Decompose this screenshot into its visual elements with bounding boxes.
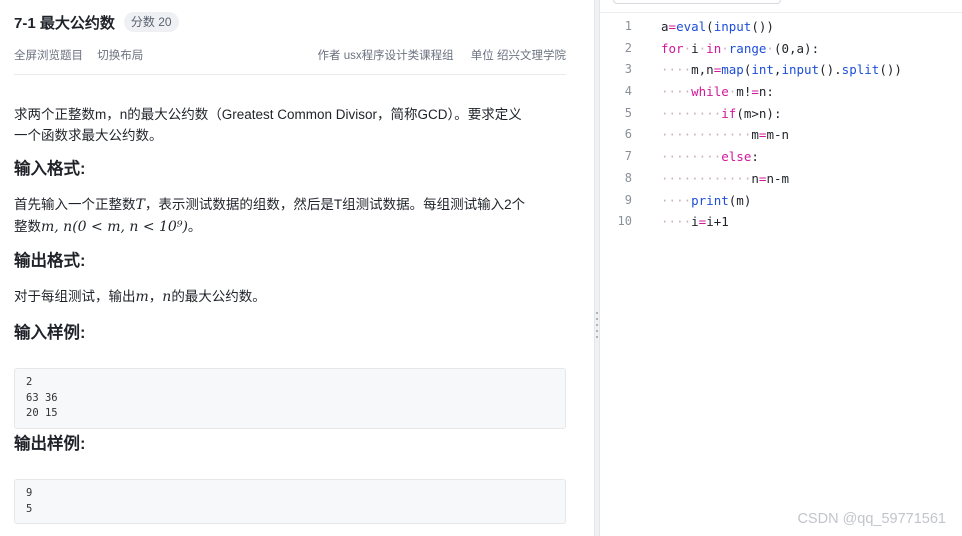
code-text[interactable]: a=eval(input()) (661, 16, 774, 38)
output-text-b: ， (148, 289, 163, 304)
output-var-m: m (135, 289, 149, 305)
output-var-n: n (162, 289, 172, 305)
output-text-c: 的最大公约数。 (171, 289, 266, 304)
drag-handle-icon[interactable] (596, 312, 599, 342)
code-text[interactable]: ········else: (661, 146, 759, 168)
description-line-2: 一个函数求最大公约数。 (14, 128, 163, 143)
problem-description: 求两个正整数m，n的最大公约数（Greatest Common Divisor，… (14, 104, 566, 146)
code-text[interactable]: ············m=m-n (661, 124, 789, 146)
problem-content: 求两个正整数m，n的最大公约数（Greatest Common Divisor，… (14, 104, 566, 320)
sample-input-block: 2 63 36 20 15 (14, 368, 566, 429)
input-var-t: T (135, 197, 145, 213)
line-number: 6 (624, 127, 632, 142)
line-number: 2 (624, 40, 632, 55)
sample-input-heading: 输入样例: (14, 324, 86, 342)
input-text-b: ，表示测试数据的组数，然后是T组测试数据。每组测试输入2个 (144, 197, 526, 212)
line-number: 9 (624, 192, 632, 207)
code-text[interactable]: for·i·in·range·(0,a): (661, 38, 819, 60)
output-text-a: 对于每组测试，输出 (14, 289, 136, 304)
input-format-heading: 输入格式: (14, 160, 86, 178)
code-text[interactable]: ····print(m) (661, 190, 751, 212)
output-format-heading: 输出格式: (14, 252, 86, 270)
input-text-a: 首先输入一个正整数 (14, 197, 136, 212)
problem-panel: 7-1 最大公约数 分数 20 全屏浏览题目 切换布局 作者 usx程序设计类课… (0, 0, 594, 536)
sample-output-heading: 输出样例: (14, 435, 86, 453)
switch-layout-button[interactable]: 切换布局 (97, 50, 143, 62)
editor-top-border (600, 12, 962, 13)
code-text[interactable]: ····while·m!=n: (661, 81, 774, 103)
fullscreen-button[interactable]: 全屏浏览题目 (14, 50, 83, 62)
language-select[interactable] (613, 0, 781, 4)
problem-title: 7-1 最大公约数 (14, 14, 115, 32)
code-text[interactable]: ····i=i+1 (661, 211, 729, 233)
code-text[interactable]: ····m,n=map(int,input().split()) (661, 59, 902, 81)
output-format-text: 对于每组测试，输出m，n的最大公约数。 (14, 286, 566, 308)
input-text-d: 。 (187, 219, 202, 234)
description-line-1: 求两个正整数m，n的最大公约数（Greatest Common Divisor，… (14, 107, 522, 122)
line-number: 10 (617, 214, 632, 229)
input-text-c: 整数 (14, 219, 41, 234)
code-text[interactable]: ········if(m>n): (661, 103, 781, 125)
score-badge: 分数 20 (123, 12, 179, 32)
watermark: CSDN @qq_59771561 (797, 511, 946, 527)
line-number: 7 (624, 149, 632, 164)
line-number: 3 (624, 62, 632, 77)
input-math: m, n(0 < m, n < 10⁹) (41, 219, 188, 235)
problem-toolbar: 全屏浏览题目 切换布局 作者 usx程序设计类课程组 单位 绍兴文理学院 (14, 47, 566, 65)
code-editor[interactable]: 1 a=eval(input()) 2 for·i·in·range·(0,a): 3 ·… (600, 0, 962, 536)
author-label: 作者 usx程序设计类课程组 (317, 50, 454, 62)
header-divider (14, 74, 566, 75)
unit-label: 单位 绍兴文理学院 (470, 50, 566, 62)
line-number: 4 (624, 84, 632, 99)
line-number: 5 (624, 105, 632, 120)
line-number: 8 (624, 170, 632, 185)
title-row: 7-1 最大公约数 分数 20 (14, 11, 179, 33)
input-format-text: 首先输入一个正整数T，表示测试数据的组数，然后是T组测试数据。每组测试输入2个 … (14, 194, 566, 238)
line-number: 1 (624, 19, 632, 33)
sample-output-block: 9 5 (14, 479, 566, 524)
code-text[interactable]: ············n=n-m (661, 168, 789, 190)
